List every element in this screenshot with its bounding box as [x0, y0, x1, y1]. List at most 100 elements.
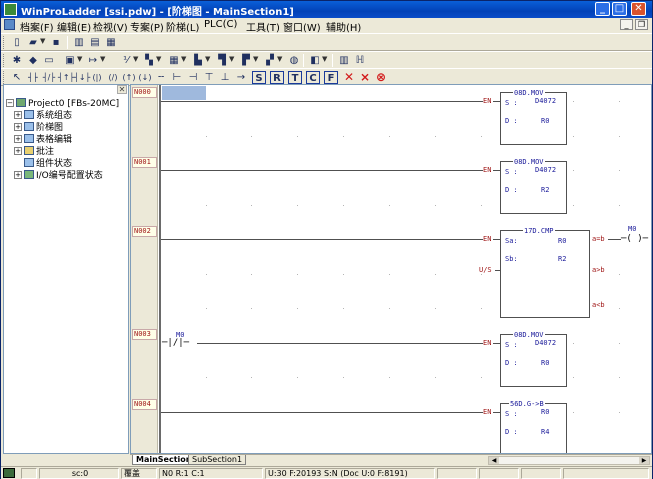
mdi-restore-button[interactable]: ❐: [635, 19, 648, 30]
tree-root[interactable]: − Project0 [FBs-20MC]: [6, 98, 119, 109]
open-folder-icon[interactable]: ▰: [26, 36, 40, 49]
scroll-left-icon[interactable]: ◀: [489, 457, 499, 464]
falling-contact-icon[interactable]: ┤↓├: [74, 71, 90, 84]
toolbar2-button-icon[interactable]: ▦: [167, 54, 181, 67]
expand-icon[interactable]: +: [14, 171, 22, 179]
toolbar2-button-icon[interactable]: ✱: [10, 54, 24, 67]
row-label-n003[interactable]: N003: [132, 329, 157, 340]
dropdown-icon[interactable]: ▼: [133, 55, 138, 63]
toolbar2-button-icon[interactable]: ▞: [263, 54, 277, 67]
scroll-right-icon[interactable]: ▶: [639, 457, 649, 464]
delete-icon[interactable]: ✕: [342, 71, 356, 84]
menu-help[interactable]: 辅助(H): [326, 19, 361, 34]
toolbar2-button-icon[interactable]: ▛: [239, 54, 253, 67]
table-view-icon[interactable]: ▤: [88, 36, 102, 49]
counter-icon[interactable]: C: [306, 71, 320, 84]
dropdown-icon[interactable]: ▼: [181, 55, 186, 63]
no-contact-icon[interactable]: ┤├: [26, 71, 40, 84]
code-view-icon[interactable]: ▦: [104, 36, 118, 49]
minimize-button[interactable]: _: [595, 2, 610, 16]
toolbar2-button-icon[interactable]: ▜: [215, 54, 229, 67]
open-dropdown-icon[interactable]: ▼: [40, 37, 45, 45]
cursor-selection[interactable]: [162, 86, 206, 100]
dropdown-icon[interactable]: ▼: [253, 55, 258, 63]
document-icon[interactable]: [4, 19, 15, 30]
collapse-icon[interactable]: −: [6, 99, 14, 107]
toolbar2-button-icon[interactable]: ↦: [86, 54, 100, 67]
close-button[interactable]: ✕: [631, 2, 646, 16]
dropdown-icon[interactable]: ▼: [156, 55, 161, 63]
tree-item-system-config[interactable]: + 系统组态: [14, 110, 72, 121]
save-icon[interactable]: ▪: [49, 36, 63, 49]
tree-item-comment[interactable]: + 批注: [14, 146, 54, 157]
function-block-g-to-b[interactable]: 56D.G->B S : R0 D : R4: [500, 400, 567, 453]
tree-item-ladder[interactable]: + 阶梯图: [14, 122, 63, 133]
toolbar2-button-icon[interactable]: ◧: [308, 54, 322, 67]
branch-down-icon[interactable]: ⊢: [170, 71, 184, 84]
ladder-editor[interactable]: N000 N001 N002 N003 N004 EN 08D.MOV S : …: [130, 84, 652, 454]
timer-icon[interactable]: T: [288, 71, 302, 84]
menu-plc[interactable]: PLC(C): [204, 19, 237, 30]
toolbar2-button-icon[interactable]: ◆: [26, 54, 40, 67]
menu-ladder[interactable]: 阶梯(L): [166, 19, 199, 34]
set-coil-icon[interactable]: S: [252, 71, 266, 84]
open-coil-icon[interactable]: (|): [90, 71, 104, 84]
row-label-n004[interactable]: N004: [132, 399, 157, 410]
tree-item-table-edit[interactable]: + 表格编辑: [14, 134, 72, 145]
horizontal-line-icon[interactable]: ╌: [154, 71, 168, 84]
horizontal-scrollbar[interactable]: ◀ ▶: [488, 456, 650, 465]
falling-coil-icon[interactable]: (↓): [138, 71, 152, 84]
nc-contact-icon[interactable]: ┤/├: [42, 71, 56, 84]
app-icon[interactable]: [4, 3, 17, 16]
tab-sub-section[interactable]: SubSection1: [188, 455, 247, 465]
toolbar2-button-icon[interactable]: ▚: [142, 54, 156, 67]
toolbar2-button-icon[interactable]: ▭: [42, 54, 56, 67]
pane-close-icon[interactable]: ✕: [117, 85, 127, 94]
output-coil[interactable]: ─( )─: [621, 234, 648, 244]
menu-view[interactable]: 检视(V): [93, 19, 128, 34]
dropdown-icon[interactable]: ▼: [229, 55, 234, 63]
toolbar-grip[interactable]: [3, 36, 6, 49]
menu-project[interactable]: 专案(P): [130, 19, 164, 34]
toolbar-grip[interactable]: [3, 54, 6, 67]
row-label-n002[interactable]: N002: [132, 226, 157, 237]
expand-icon[interactable]: +: [14, 123, 22, 131]
row-label-n001[interactable]: N001: [132, 157, 157, 168]
rising-coil-icon[interactable]: (↑): [122, 71, 136, 84]
ladder-view-icon[interactable]: ▥: [72, 36, 86, 49]
function-block-mov[interactable]: 08D.MOV S : D4072 D : R0: [500, 89, 567, 145]
toolbar2-button-icon[interactable]: ▙: [191, 54, 205, 67]
branch-up-icon[interactable]: ⊣: [186, 71, 200, 84]
dropdown-icon[interactable]: ▼: [77, 55, 82, 63]
arrow-right-icon[interactable]: →: [234, 71, 248, 84]
reset-coil-icon[interactable]: R: [270, 71, 284, 84]
mdi-minimize-button[interactable]: _: [620, 19, 633, 30]
function-icon[interactable]: F: [324, 71, 338, 84]
vertical-line-icon[interactable]: ⊤: [202, 71, 216, 84]
delete-rung-icon[interactable]: ⊗: [374, 71, 388, 84]
tree-item-io-config[interactable]: + I/O编号配置状态: [14, 170, 103, 181]
new-file-icon[interactable]: ▯: [10, 36, 24, 49]
dropdown-icon[interactable]: ▼: [277, 55, 282, 63]
inverted-coil-icon[interactable]: (/): [106, 71, 120, 84]
function-block-cmp[interactable]: 17D.CMP Sa: R0 Sb: R2: [500, 227, 590, 318]
select-pointer-icon[interactable]: ↖: [10, 71, 24, 84]
toolbar2-button-icon[interactable]: ◍: [287, 54, 301, 67]
dropdown-icon[interactable]: ▼: [205, 55, 210, 63]
row-label-n000[interactable]: N000: [132, 87, 157, 98]
toolbar2-button-icon[interactable]: ▣: [63, 54, 77, 67]
dropdown-icon[interactable]: ▼: [100, 55, 105, 63]
output-line-icon[interactable]: ⊥: [218, 71, 232, 84]
menu-edit[interactable]: 编辑(E): [57, 19, 91, 34]
toolbar-grip[interactable]: [3, 71, 6, 84]
function-block-mov[interactable]: 08D.MOV S : D4072 D : R2: [500, 158, 567, 214]
toolbar2-button-icon[interactable]: ▥: [337, 54, 351, 67]
expand-icon[interactable]: +: [14, 135, 22, 143]
nc-contact[interactable]: ─|/|─: [162, 338, 189, 348]
expand-icon[interactable]: +: [14, 111, 22, 119]
function-block-mov[interactable]: 08D.MOV S : D4072 D : R0: [500, 331, 567, 387]
menu-window[interactable]: 窗口(W): [283, 19, 321, 34]
maximize-button[interactable]: □: [612, 2, 627, 16]
expand-icon[interactable]: +: [14, 147, 22, 155]
rising-contact-icon[interactable]: ┤↑├: [58, 71, 74, 84]
